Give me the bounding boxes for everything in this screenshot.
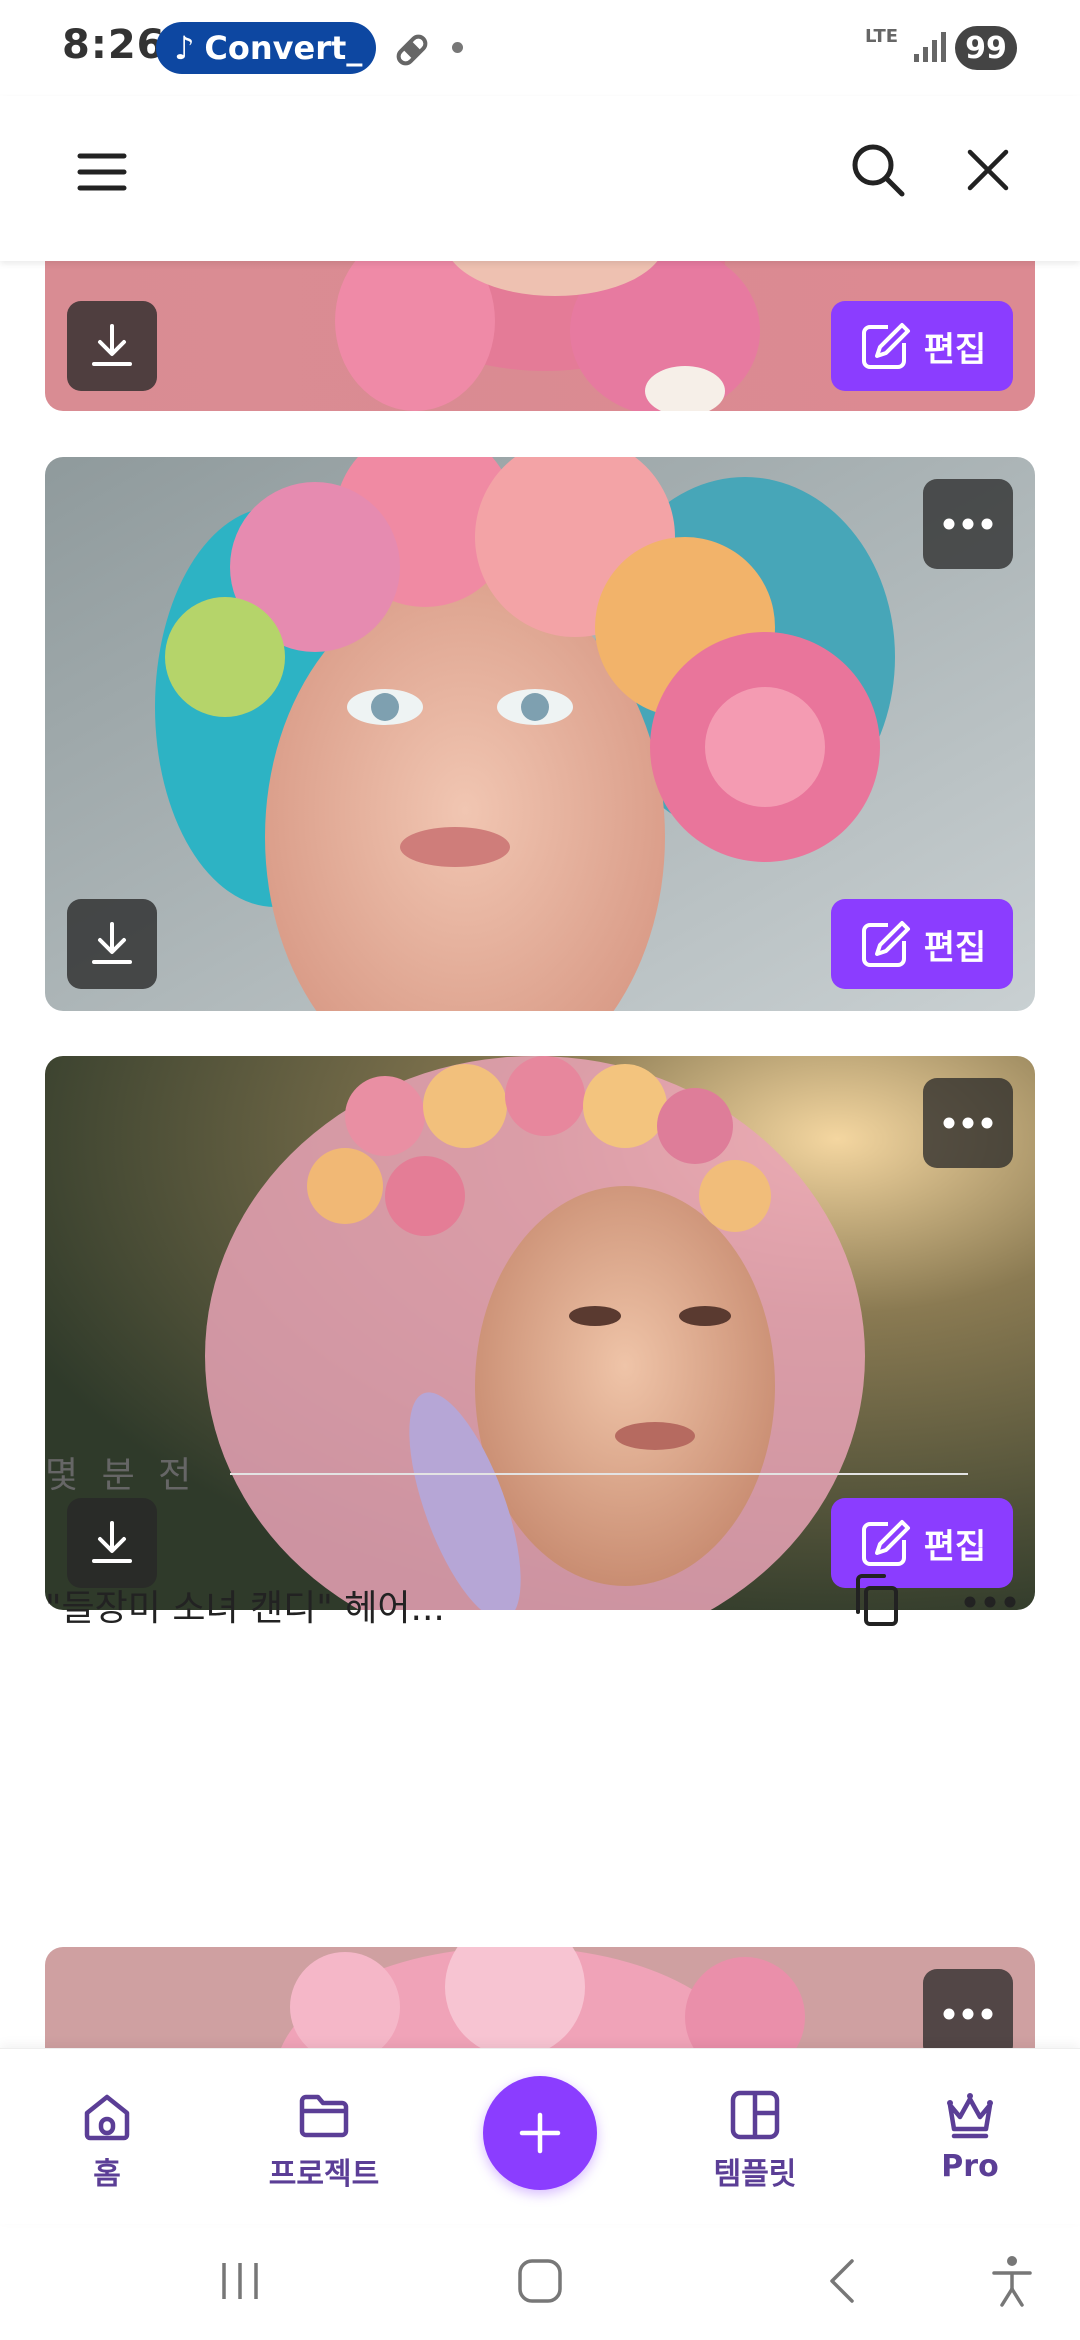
accessibility-icon[interactable] <box>982 2251 1042 2311</box>
battery-indicator: 99 <box>955 26 1017 70</box>
edit-label: 편집 <box>923 1526 987 1567</box>
nav-projects[interactable]: 프로젝트 <box>244 2085 404 2193</box>
home-icon <box>84 2094 130 2141</box>
nav-pro[interactable]: Pro <box>890 2085 1050 2184</box>
more-horizontal-icon <box>943 1117 993 1129</box>
app-header <box>0 96 1080 261</box>
nav-templates-label: 템플릿 <box>713 2157 797 2192</box>
download-icon <box>92 1521 132 1563</box>
edit-button[interactable]: 편집 <box>831 899 1013 989</box>
edit-button[interactable]: 편집 <box>831 301 1013 391</box>
hamburger-menu-icon[interactable] <box>72 142 132 202</box>
template-icon <box>730 2090 780 2140</box>
pencil-square-icon <box>861 921 910 967</box>
nav-home[interactable]: 홈 <box>27 2085 187 2193</box>
more-horizontal-icon[interactable] <box>960 1572 1020 1632</box>
notification-label: Convert_ <box>204 29 363 67</box>
bandage-icon <box>396 34 428 66</box>
close-icon[interactable] <box>960 142 1016 198</box>
section-divider <box>230 1473 968 1475</box>
image-card[interactable] <box>45 1947 1035 2048</box>
nav-home-label: 홈 <box>93 2157 121 2192</box>
item-title[interactable]: "들장미 소녀 캔디" 헤어... <box>45 1579 445 1631</box>
recent-apps-icon[interactable] <box>210 2251 270 2311</box>
image-card[interactable]: 편집 <box>45 1056 1035 1610</box>
home-system-icon[interactable] <box>510 2251 570 2311</box>
signal-icon <box>914 32 946 62</box>
nav-projects-label: 프로젝트 <box>268 2157 380 2192</box>
music-note-icon: ♪ <box>174 29 195 67</box>
crown-icon <box>947 2093 993 2139</box>
notification-dot <box>452 42 463 53</box>
search-icon[interactable] <box>846 138 910 202</box>
plus-icon <box>519 2112 561 2154</box>
download-icon <box>92 922 132 964</box>
image-feed[interactable]: 편집 편집 편집 몇 분 전 "들장미 소녀 캔디" 헤어... <box>0 261 1080 2048</box>
image-card[interactable]: 편집 <box>45 261 1035 411</box>
lte-indicator: LTE <box>865 26 899 47</box>
pencil-square-icon <box>861 1520 910 1566</box>
copy-icon[interactable] <box>846 1570 906 1630</box>
edit-label: 편집 <box>923 329 987 370</box>
nav-pro-label: Pro <box>941 2149 999 2184</box>
more-options-button[interactable] <box>923 479 1013 569</box>
more-options-button[interactable] <box>923 1078 1013 1168</box>
status-bar: 8:26 ♪ Convert_ LTE 99 <box>0 0 1080 96</box>
download-button[interactable] <box>67 899 157 989</box>
back-icon[interactable] <box>814 2251 874 2311</box>
download-button[interactable] <box>67 1498 157 1588</box>
more-options-button[interactable] <box>923 1969 1013 2048</box>
bottom-navigation: 홈 프로젝트 템플릿 Pro <box>0 2048 1080 2224</box>
generated-image <box>45 1947 1035 2048</box>
convert-notification-pill[interactable]: ♪ Convert_ <box>156 22 376 74</box>
pencil-square-icon <box>861 323 910 369</box>
folder-icon <box>299 2094 349 2138</box>
nav-templates[interactable]: 템플릿 <box>675 2085 835 2193</box>
create-fab-button[interactable] <box>483 2076 597 2190</box>
image-card[interactable]: 편집 <box>45 457 1035 1011</box>
status-time: 8:26 <box>62 22 166 68</box>
download-icon <box>92 324 132 366</box>
more-horizontal-icon <box>943 518 993 530</box>
download-button[interactable] <box>67 301 157 391</box>
edit-label: 편집 <box>923 927 987 968</box>
system-navigation-bar <box>0 2223 1080 2340</box>
more-horizontal-icon <box>943 2008 993 2020</box>
section-time-label: 몇 분 전 <box>45 1455 198 1496</box>
